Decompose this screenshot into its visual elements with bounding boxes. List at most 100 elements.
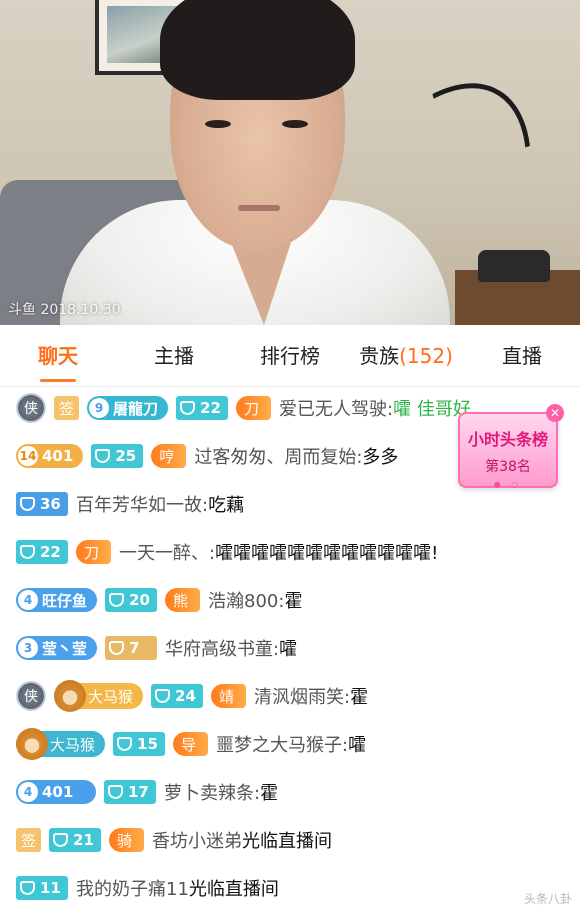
xia-badge-icon: 侠 [16, 681, 46, 711]
level-shield-icon [108, 785, 123, 799]
user-level-badge: 17 [104, 780, 156, 804]
chat-text: 光临直播间 [242, 831, 333, 852]
level-number: 11 [40, 879, 61, 897]
noble-badge: 刀 [236, 396, 272, 420]
user-level-badge: 20 [105, 588, 158, 612]
level-shield-icon [20, 881, 35, 895]
noble-badge: 熊 [165, 588, 201, 612]
level-shield-icon [117, 737, 133, 751]
video-timestamp: 斗鱼 2018.10.30 [8, 302, 121, 318]
tab-chat[interactable]: 聊天 [0, 325, 116, 386]
chat-username[interactable]: 百年芳华如一故: [76, 491, 208, 517]
mouth [238, 205, 280, 211]
right-eye [282, 120, 308, 128]
tab-chat-label: 聊天 [38, 344, 78, 368]
user-level-badge: 22 [16, 540, 68, 564]
fan-level: 3 [18, 638, 38, 658]
noble-badge: 骑 [109, 828, 145, 852]
tab-nobles-count: (152) [399, 344, 453, 368]
fan-level: 4 [18, 590, 38, 610]
level-shield-icon [155, 689, 171, 703]
chat-text: 光临直播间 [188, 879, 279, 900]
level-shield-icon [95, 449, 111, 463]
chat-text: 霍 [350, 687, 369, 708]
noble-badge: 哼 [151, 444, 187, 468]
chat-username[interactable]: 我的奶子痛11 [76, 875, 189, 901]
tab-nobles-label: 贵族 [359, 344, 400, 368]
level-shield-icon [109, 641, 125, 655]
left-eye [205, 120, 231, 128]
user-level-badge: 21 [49, 828, 102, 852]
fan-name: 莹丶莹 [42, 639, 88, 658]
chat-username[interactable]: 噩梦之大马猴子: [216, 731, 348, 757]
level-number: 22 [200, 399, 221, 417]
monkey-fan-badge[interactable]: 大马猴 [16, 728, 106, 760]
chat-message: 36 百年芳华如一故: 吃藕 [16, 488, 244, 520]
tab-nobles[interactable]: 贵族(152) [348, 325, 464, 386]
tab-anchor-label: 主播 [154, 344, 194, 368]
level-number: 25 [115, 447, 137, 465]
chat-message: 侠 签 9 屠龍刀 22 刀 爱已无人驾驶: 嚯 佳哥好 [16, 392, 471, 424]
fan-name: 401 [42, 783, 74, 801]
level-number: 7 [129, 639, 140, 657]
fan-level: 4 [18, 782, 38, 802]
tab-ranking[interactable]: 排行榜 [232, 325, 348, 386]
chat-username[interactable]: 爱已无人驾驶: [279, 395, 393, 421]
fan-name: 401 [42, 447, 74, 465]
telephone [478, 250, 550, 282]
close-icon[interactable]: ✕ [546, 404, 564, 422]
fan-name: 大马猴 [50, 735, 96, 754]
hour-rank-card[interactable]: 小时头条榜 第38名 ● ○ [458, 412, 558, 489]
fan-badge[interactable]: 14 401 [16, 444, 84, 468]
chat-text: 嚯嚯嚯嚯嚯嚯嚯嚯嚯嚯嚯嚯! [215, 543, 439, 564]
tab-live[interactable]: 直播 [464, 325, 580, 386]
noble-badge: 刀 [76, 540, 112, 564]
chat-text: 霍 [260, 783, 279, 804]
chat-message: 大马猴 15 导 噩梦之大马猴子: 嚯 [16, 728, 366, 760]
user-level-badge: 36 [16, 492, 68, 516]
user-level-badge: 11 [16, 876, 68, 900]
user-level-badge: 22 [176, 396, 229, 420]
chat-message: 4 旺仔鱼 20 熊 浩瀚800: 霍 [16, 584, 302, 616]
chat-message: 11 我的奶子痛11 光临直播间 [16, 872, 279, 904]
fan-name: 大马猴 [88, 687, 134, 706]
level-shield-icon [20, 497, 35, 511]
level-number: 20 [129, 591, 150, 609]
fan-badge[interactable]: 4 旺仔鱼 [16, 588, 98, 612]
chat-message: 14 401 25 哼 过客匆匆、周而复始: 多多 [16, 440, 398, 472]
chat-message: 3 莹丶莹 7 华府高级书童: 嚯 [16, 632, 297, 664]
fan-badge[interactable]: 4 401 [16, 780, 96, 804]
chat-text: 嚯 [279, 639, 298, 660]
rank-title: 小时头条榜 [467, 430, 548, 449]
chat-username[interactable]: 过客匆匆、周而复始: [194, 443, 362, 469]
chat-username[interactable]: 香坊小迷弟 [152, 827, 242, 853]
level-shield-icon [109, 593, 125, 607]
chat-username[interactable]: 华府高级书童: [165, 635, 279, 661]
fan-badge[interactable]: 9 屠龍刀 [87, 396, 169, 420]
monkey-fan-badge[interactable]: 大马猴 [54, 680, 144, 712]
user-level-badge: 15 [113, 732, 166, 756]
level-shield-icon [53, 833, 69, 847]
chat-username[interactable]: 浩瀚800: [208, 587, 284, 613]
noble-badge: 导 [173, 732, 209, 756]
live-video[interactable]: 斗鱼 2018.10.30 [0, 0, 580, 325]
xia-badge-icon: 侠 [16, 393, 46, 423]
fan-badge[interactable]: 3 莹丶莹 [16, 636, 98, 660]
level-number: 15 [137, 735, 158, 753]
rank-place: 第38名 [485, 459, 531, 475]
tab-anchor[interactable]: 主播 [116, 325, 232, 386]
fan-level: 14 [18, 446, 38, 466]
tab-bar: 聊天 主播 排行榜 贵族(152) 直播 [0, 325, 580, 387]
user-level-badge: 24 [151, 684, 204, 708]
chat-message: 签 21 骑 香坊小迷弟 光临直播间 [16, 824, 332, 856]
fan-name: 旺仔鱼 [42, 591, 88, 610]
chat-text: 多多 [362, 447, 399, 468]
tab-live-label: 直播 [502, 344, 542, 368]
fan-name: 屠龍刀 [113, 399, 159, 418]
chat-username[interactable]: 一天一醉、: [119, 539, 215, 565]
level-number: 22 [40, 543, 61, 561]
level-shield-icon [20, 545, 35, 559]
chat-username[interactable]: 清沨烟雨笑: [254, 683, 350, 709]
chat-message: 侠 大马猴 24 靖 清沨烟雨笑: 霍 [16, 680, 368, 712]
chat-username[interactable]: 萝卜卖辣条: [164, 779, 260, 805]
